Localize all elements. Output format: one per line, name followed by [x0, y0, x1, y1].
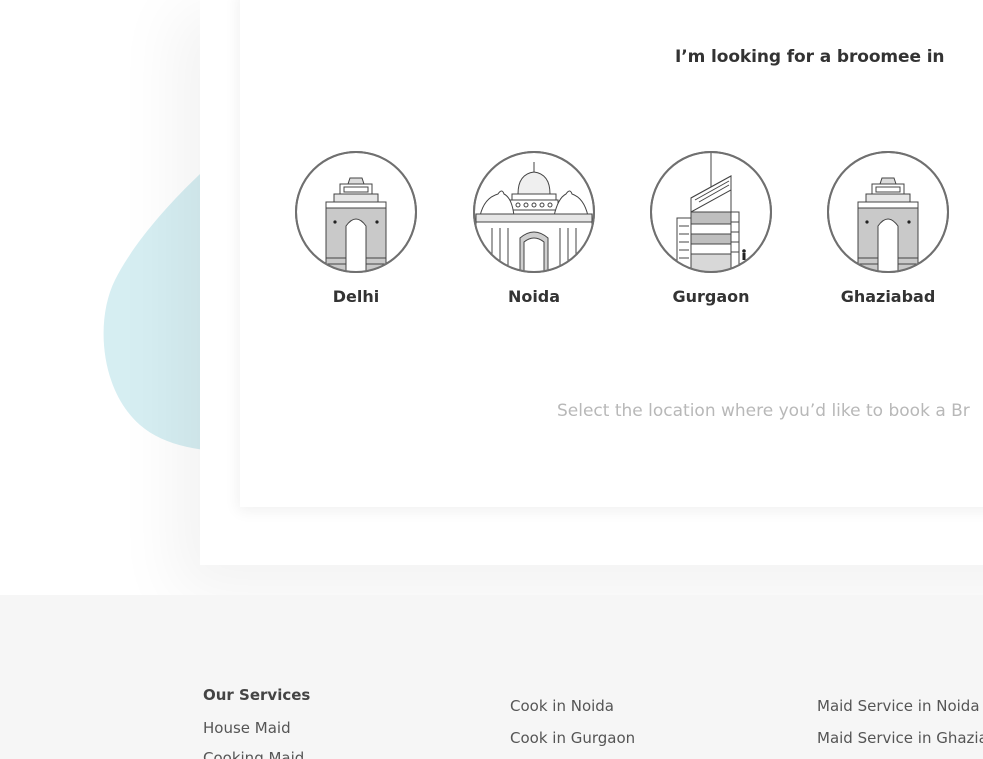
city-option-delhi[interactable]: Delhi [294, 150, 418, 330]
city-label-noida: Noida [507, 287, 561, 306]
skyscraper-icon [650, 151, 772, 273]
india-gate-icon [295, 151, 417, 273]
page: I’m looking for a broomee in Delhi Noida… [0, 0, 983, 759]
footer-link-cook-noida[interactable]: Cook in Noida [510, 697, 614, 715]
page-title: I’m looking for a broomee in [675, 47, 945, 67]
footer: Our Services House Maid Cooking Maid Coo… [0, 595, 983, 759]
location-hint: Select the location where you’d like to … [557, 401, 970, 421]
city-option-ghaziabad[interactable]: Ghaziabad [826, 150, 950, 330]
footer-link-maid-noida[interactable]: Maid Service in Noida [817, 697, 980, 715]
footer-link-cooking-maid[interactable]: Cooking Maid [203, 749, 304, 759]
city-option-noida[interactable]: Noida [472, 150, 596, 330]
india-gate-icon [827, 151, 949, 273]
city-option-gurgaon[interactable]: Gurgaon [649, 150, 773, 330]
footer-link-cook-gurgaon[interactable]: Cook in Gurgaon [510, 729, 635, 747]
footer-link-house-maid[interactable]: House Maid [203, 719, 291, 737]
city-label-gurgaon: Gurgaon [672, 287, 750, 306]
city-label-ghaziabad: Ghaziabad [840, 287, 936, 306]
city-label-delhi: Delhi [332, 287, 380, 306]
footer-column-maid: Maid Service in Noida Maid Service in Gh… [817, 595, 983, 759]
footer-services-title: Our Services [203, 686, 311, 704]
footer-link-maid-ghaziabad[interactable]: Maid Service in Ghazia [817, 729, 983, 747]
domed-palace-icon [473, 151, 595, 273]
